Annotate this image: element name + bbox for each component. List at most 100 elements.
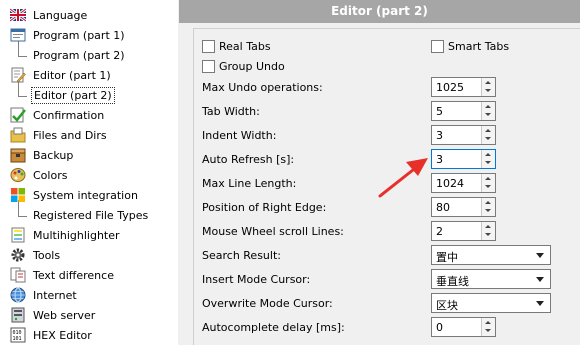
indent-width-label: Indent Width: xyxy=(202,129,277,142)
globe-icon xyxy=(10,287,26,303)
arrow-down-icon[interactable] xyxy=(485,233,491,236)
spinner-arrows[interactable] xyxy=(481,102,495,120)
sidebar-item-internet[interactable]: Internet xyxy=(0,285,178,305)
arrow-up-icon[interactable] xyxy=(485,105,491,108)
arrow-up-icon[interactable] xyxy=(485,153,491,156)
chevron-down-icon[interactable] xyxy=(536,277,544,282)
insert-cursor-select[interactable]: 垂直线 xyxy=(431,269,551,289)
sidebar-item-colors[interactable]: Colors xyxy=(0,165,178,185)
arrow-down-icon[interactable] xyxy=(485,329,491,332)
spinner-arrows[interactable] xyxy=(481,126,495,144)
sidebar-item-system-integration[interactable]: System integration xyxy=(0,185,178,205)
sidebar-item-label: Editor (part 2) xyxy=(31,87,115,104)
sidebar-item-text-difference[interactable]: Text difference xyxy=(0,265,178,285)
sidebar-item-files-and-dirs[interactable]: Files and Dirs xyxy=(0,125,178,145)
spinner-value[interactable]: 5 xyxy=(436,105,443,118)
spinner-value[interactable]: 0 xyxy=(436,321,443,334)
spinner-arrows[interactable] xyxy=(481,318,495,336)
sidebar-item-label: Language xyxy=(33,9,88,22)
arrow-up-icon[interactable] xyxy=(485,225,491,228)
sidebar-item-label: Files and Dirs xyxy=(33,129,107,142)
sidebar-item-program-part1[interactable]: Program (part 1) xyxy=(0,25,178,45)
max-undo-spinner[interactable]: 1025 xyxy=(431,77,496,97)
uk-flag-icon xyxy=(10,7,26,23)
spinner-arrows[interactable] xyxy=(481,150,495,168)
wheel-scroll-label: Mouse Wheel scroll Lines: xyxy=(202,225,344,238)
right-edge-label: Position of Right Edge: xyxy=(202,201,327,214)
sidebar-item-language[interactable]: Language xyxy=(0,5,178,25)
arrow-up-icon[interactable] xyxy=(485,129,491,132)
overwrite-cursor-select[interactable]: 区块 xyxy=(431,293,551,313)
insert-cursor-label: Insert Mode Cursor: xyxy=(202,273,311,286)
spinner-value[interactable]: 1024 xyxy=(436,177,464,190)
search-result-label: Search Result: xyxy=(202,249,281,262)
arrow-down-icon[interactable] xyxy=(485,137,491,140)
sidebar-item-hex-editor[interactable]: 010 101 HEX Editor xyxy=(0,325,178,345)
sidebar-item-multihighlighter[interactable]: Multihighlighter xyxy=(0,225,178,245)
chevron-down-icon[interactable] xyxy=(536,301,544,306)
windows-logo-icon xyxy=(11,188,25,202)
sidebar-item-label: Web server xyxy=(33,309,96,322)
text-diff-icon xyxy=(10,267,26,283)
checkmark-icon xyxy=(10,107,26,123)
spinner-arrows[interactable] xyxy=(481,174,495,192)
overwrite-cursor-label: Overwrite Mode Cursor: xyxy=(202,297,333,310)
web-server-icon xyxy=(11,307,25,323)
spinner-value[interactable]: 1025 xyxy=(436,81,464,94)
select-value: 区块 xyxy=(436,299,458,312)
spinner-value[interactable]: 2 xyxy=(436,225,443,238)
tab-width-spinner[interactable]: 5 xyxy=(431,101,496,121)
sidebar-item-confirmation[interactable]: Confirmation xyxy=(0,105,178,125)
indent-width-spinner[interactable]: 3 xyxy=(431,125,496,145)
spinner-arrows[interactable] xyxy=(481,198,495,216)
sidebar-item-label: Registered File Types xyxy=(33,209,149,222)
sidebar-item-label: Multihighlighter xyxy=(33,229,120,242)
spinner-value[interactable]: 3 xyxy=(436,153,443,166)
real-tabs-checkbox[interactable]: Real Tabs xyxy=(202,38,271,54)
auto-refresh-spinner[interactable]: 3 xyxy=(431,149,496,169)
autocomplete-delay-spinner[interactable]: 0 xyxy=(431,317,496,337)
group-undo-checkbox[interactable]: Group Undo xyxy=(202,58,285,74)
right-edge-spinner[interactable]: 80 xyxy=(431,197,496,217)
settings-group: Real Tabs Smart Tabs Group Undo Max Undo… xyxy=(193,28,580,345)
search-result-select[interactable]: 置中 xyxy=(431,245,551,265)
sidebar-item-tools[interactable]: Tools xyxy=(0,245,178,265)
max-line-length-spinner[interactable]: 1024 xyxy=(431,173,496,193)
sidebar-item-editor-part1[interactable]: Editor (part 1) xyxy=(0,65,178,85)
wheel-scroll-spinner[interactable]: 2 xyxy=(431,221,496,241)
spinner-value[interactable]: 3 xyxy=(436,129,443,142)
arrow-up-icon[interactable] xyxy=(485,81,491,84)
sidebar-item-web-server[interactable]: Web server xyxy=(0,305,178,325)
smart-tabs-checkbox[interactable]: Smart Tabs xyxy=(431,38,509,54)
backup-box-icon xyxy=(10,148,26,163)
sidebar-item-editor-part2[interactable]: Editor (part 2) xyxy=(0,85,178,105)
checkbox-box[interactable] xyxy=(431,39,444,53)
chevron-down-icon[interactable] xyxy=(536,253,544,258)
arrow-down-icon[interactable] xyxy=(485,209,491,212)
sidebar-item-label: HEX Editor xyxy=(33,329,92,342)
arrow-up-icon[interactable] xyxy=(485,321,491,324)
checkbox-label: Real Tabs xyxy=(219,39,271,53)
palette-icon xyxy=(10,168,26,182)
checkbox-box[interactable] xyxy=(202,59,215,73)
sidebar-item-label: Program (part 1) xyxy=(33,29,125,42)
sidebar-item-program-part2[interactable]: Program (part 2) xyxy=(0,45,178,65)
arrow-up-icon[interactable] xyxy=(485,201,491,204)
multihighlight-icon xyxy=(11,227,25,243)
sidebar-item-label: Colors xyxy=(33,169,68,182)
arrow-down-icon[interactable] xyxy=(485,89,491,92)
arrow-down-icon[interactable] xyxy=(485,161,491,164)
spinner-value[interactable]: 80 xyxy=(436,201,450,214)
spinner-arrows[interactable] xyxy=(481,222,495,240)
checkbox-box[interactable] xyxy=(202,39,215,53)
spinner-arrows[interactable] xyxy=(481,78,495,96)
sidebar-item-backup[interactable]: Backup xyxy=(0,145,178,165)
sidebar-item-label: Tools xyxy=(33,249,61,262)
arrow-up-icon[interactable] xyxy=(485,177,491,180)
program-window-icon xyxy=(10,28,26,42)
arrow-down-icon[interactable] xyxy=(485,185,491,188)
select-value: 置中 xyxy=(436,251,458,264)
arrow-down-icon[interactable] xyxy=(485,113,491,116)
sidebar-item-registered-file-types[interactable]: Registered File Types xyxy=(0,205,178,225)
sidebar-item-label: Backup xyxy=(33,149,74,162)
